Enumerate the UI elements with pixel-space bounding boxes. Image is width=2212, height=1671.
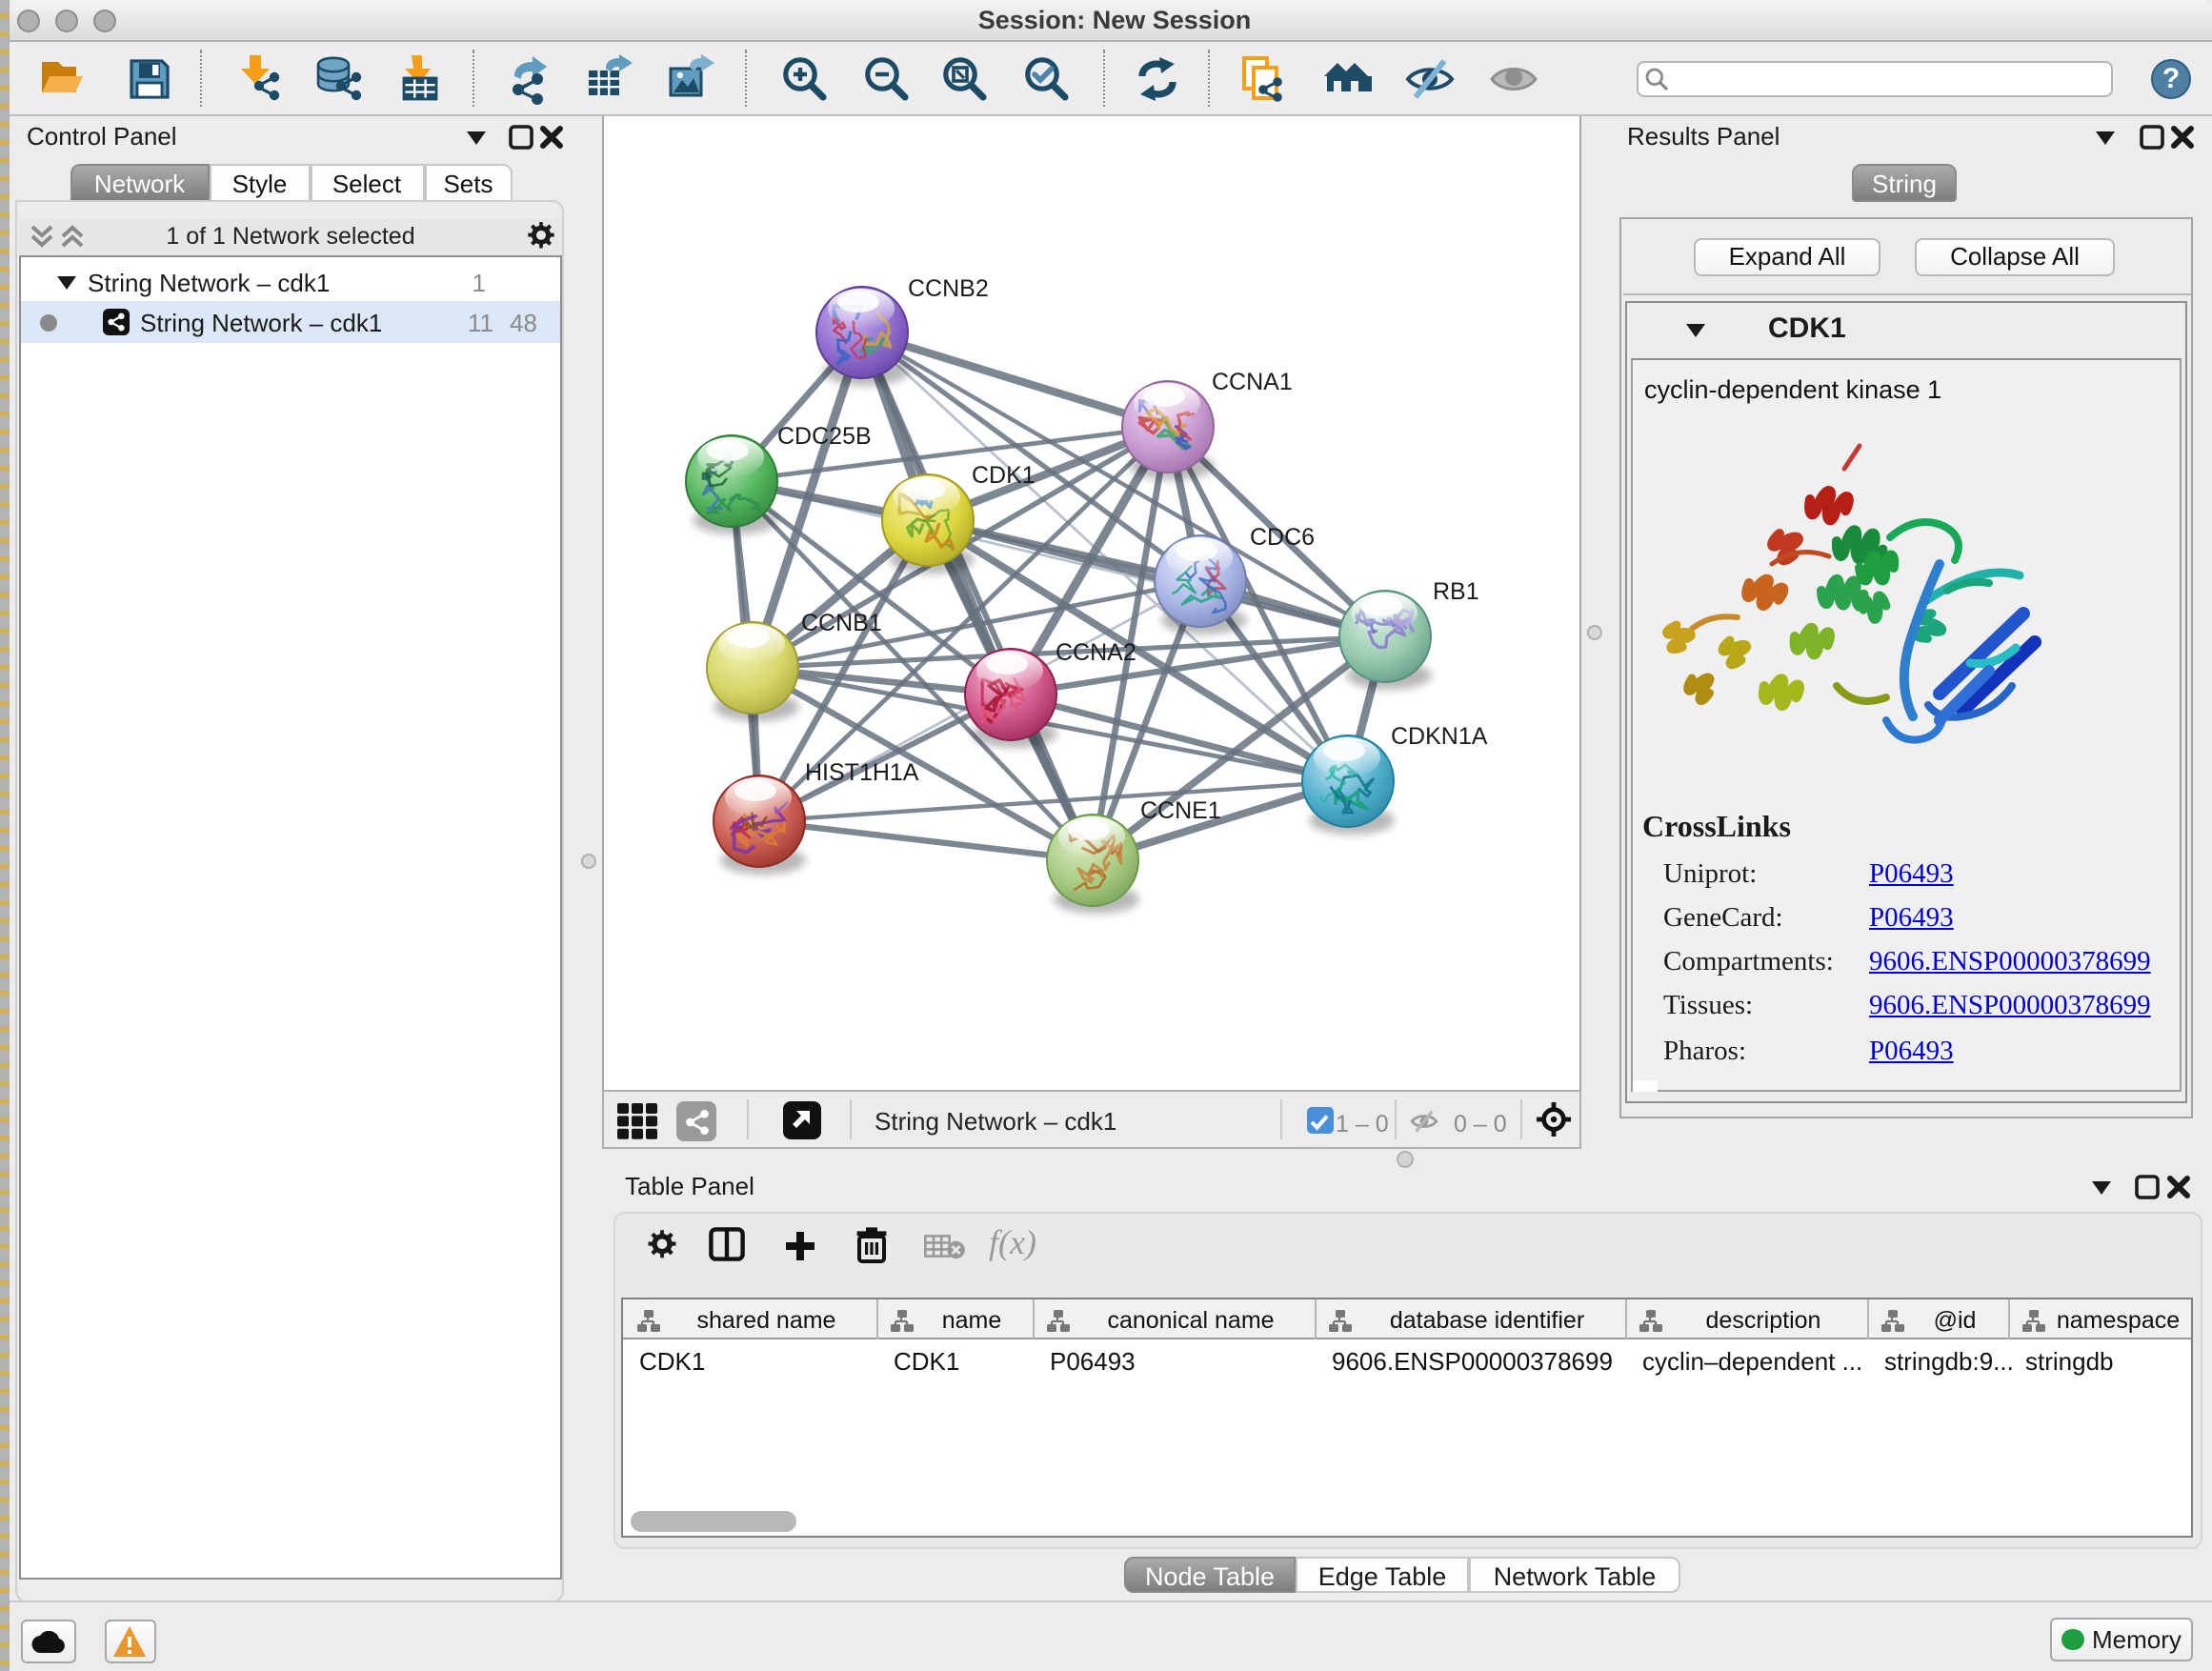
svg-text:CCNA1: CCNA1 xyxy=(1212,369,1293,395)
svg-text:CCNB1: CCNB1 xyxy=(801,610,882,636)
svg-text:RB1: RB1 xyxy=(1433,578,1479,605)
svg-text:CDKN1A: CDKN1A xyxy=(1391,723,1488,750)
svg-text:CCNE1: CCNE1 xyxy=(1140,797,1221,824)
svg-text:CCNB2: CCNB2 xyxy=(908,275,989,302)
svg-text:CCNA2: CCNA2 xyxy=(1056,639,1136,666)
svg-text:CDC6: CDC6 xyxy=(1250,524,1315,551)
svg-text:HIST1H1A: HIST1H1A xyxy=(805,759,919,786)
svg-text:CDK1: CDK1 xyxy=(972,462,1036,489)
svg-text:CDC25B: CDC25B xyxy=(777,423,872,450)
